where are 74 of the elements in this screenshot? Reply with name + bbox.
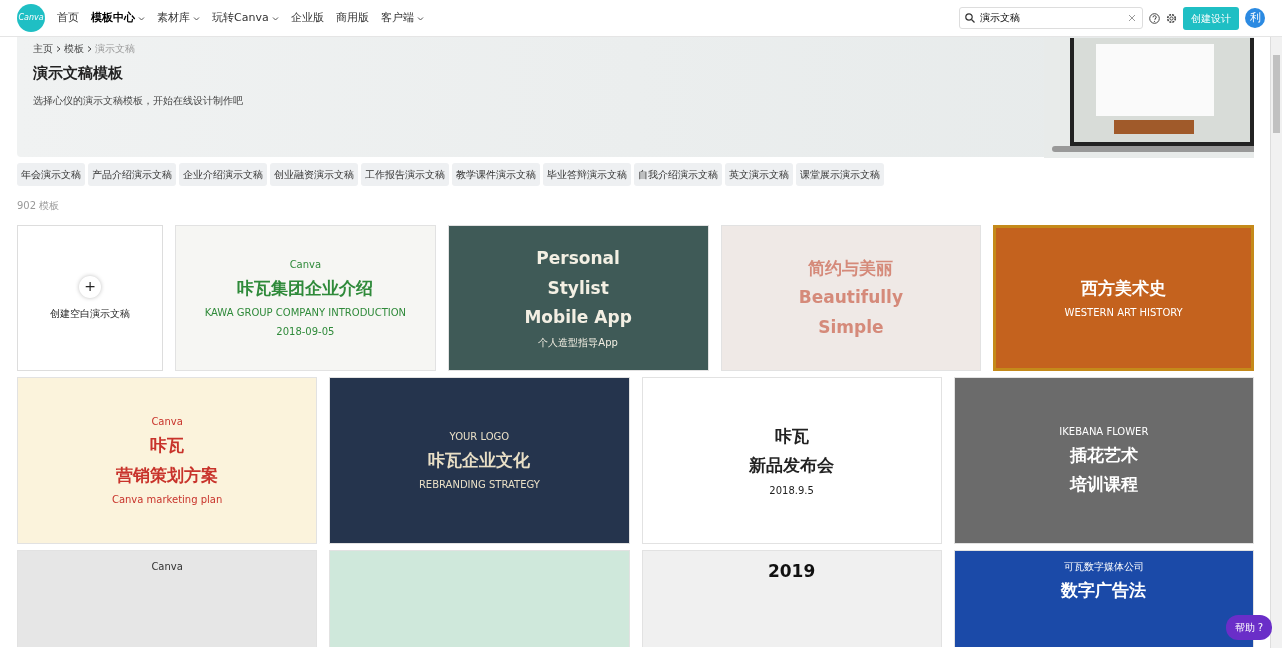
tag-button[interactable]: 自我介绍演示文稿: [634, 163, 722, 186]
tag-button[interactable]: 企业介绍演示文稿: [179, 163, 267, 186]
template-text: 2019: [767, 560, 816, 583]
chevron-icon: [56, 45, 61, 52]
template-card[interactable]: Canva: [17, 550, 318, 647]
template-text: Simple: [818, 315, 884, 339]
page-title: 演示文稿模板: [33, 63, 124, 84]
template-card[interactable]: 2019: [641, 550, 942, 647]
template-text: 咔瓦集团企业介绍: [237, 276, 374, 300]
template-text: Canva: [289, 257, 322, 272]
nav-link[interactable]: 首页: [51, 9, 85, 27]
nav-link[interactable]: 模板中心: [85, 9, 151, 27]
close-icon[interactable]: [1128, 14, 1136, 22]
template-text: KAWA GROUP COMPANY INTRODUCTION: [204, 306, 407, 321]
scrollbar[interactable]: [1270, 37, 1282, 648]
template-text: REBRANDING STRATEGY: [418, 478, 540, 493]
template-text: 新品发布会: [749, 454, 835, 477]
blank-design-label: 创建空白演示文稿: [50, 306, 130, 321]
template-text: 数字广告法: [1061, 579, 1147, 602]
tag-button[interactable]: 课堂展示演示文稿: [796, 163, 884, 186]
template-text: YOUR LOGO: [449, 429, 510, 444]
template-text: 咔瓦: [774, 424, 809, 448]
template-count: 902 模板: [17, 199, 61, 213]
nav-link[interactable]: 企业版: [284, 9, 330, 27]
breadcrumb-link[interactable]: 主页: [33, 41, 53, 56]
scroll-thumb[interactable]: [1273, 55, 1280, 133]
chevron-icon: [87, 45, 92, 52]
nav-link[interactable]: 商用版: [329, 9, 375, 27]
template-card[interactable]: Canva 咔瓦集团企业介绍 KAWA GROUP COMPANY INTRODUCTION 2018-09-05: [175, 225, 436, 371]
nav-link[interactable]: 玩转Canva: [206, 9, 285, 27]
settings-icon[interactable]: [1166, 12, 1177, 24]
template-text: Mobile App: [524, 306, 632, 330]
blank-design-card[interactable]: + 创建空白演示文稿: [17, 225, 163, 371]
template-text: 咔瓦企业文化: [428, 448, 531, 472]
tag-button[interactable]: 年会演示文稿: [17, 163, 85, 186]
template-text: 培训课程: [1069, 473, 1138, 496]
template-text: Canva marketing plan: [111, 493, 223, 507]
template-text: 可瓦数字媒体公司: [1063, 560, 1144, 574]
template-text: 2018.9.5: [769, 483, 814, 498]
tag-button[interactable]: 英文演示文稿: [725, 163, 793, 186]
tag-button[interactable]: 创业融资演示文稿: [270, 163, 358, 186]
template-text: 简约与美丽: [808, 256, 894, 280]
tag-button[interactable]: 工作报告演示文稿: [361, 163, 449, 186]
template-text: Canva: [151, 415, 183, 429]
template-text: 西方美术史: [1081, 276, 1167, 300]
template-text: 2018-09-05: [276, 325, 335, 340]
template-text: 咔瓦: [150, 434, 185, 457]
template-text: 个人造型指导App: [538, 335, 618, 350]
tag-button[interactable]: 教学课件演示文稿: [452, 163, 540, 186]
template-text: Stylist: [547, 276, 609, 300]
search-field[interactable]: 演示文稿: [959, 7, 1143, 29]
nav-link[interactable]: 素材库: [151, 9, 206, 27]
template-text: Personal: [536, 247, 620, 271]
template-card[interactable]: 西方美术史 WESTERN ART HISTORY: [993, 225, 1254, 371]
template-text: IKEBANA FLOWER: [1059, 424, 1149, 439]
template-text: Canva: [151, 560, 183, 574]
template-text: Beautifully: [798, 286, 903, 310]
nav-link[interactable]: 客户端: [374, 9, 430, 27]
template-card[interactable]: IKEBANA FLOWER 插花艺术 培训课程: [953, 377, 1254, 544]
tag-button[interactable]: 产品介绍演示文稿: [88, 163, 176, 186]
template-card[interactable]: Personal Stylist Mobile App 个人造型指导App: [447, 225, 709, 371]
avatar[interactable]: 利: [1245, 8, 1265, 28]
page-subtitle: 选择心仪的演示文稿模板，开始在线设计制作吧: [33, 93, 244, 108]
template-card[interactable]: YOUR LOGO 咔瓦企业文化 REBRANDING STRATEGY: [329, 377, 630, 544]
template-card[interactable]: 咔瓦 新品发布会 2018.9.5: [641, 377, 942, 544]
help-icon[interactable]: [1149, 12, 1160, 24]
breadcrumb-link[interactable]: 模板: [64, 41, 84, 56]
template-text: WESTERN ART HISTORY: [1064, 306, 1183, 321]
template-text: 营销策划方案: [116, 463, 219, 487]
template-card[interactable]: Canva 咔瓦 营销策划方案 Canva marketing plan: [17, 377, 318, 544]
add-icon: +: [79, 275, 101, 298]
tag-button[interactable]: 毕业答辩演示文稿: [543, 163, 631, 186]
template-text: 插花艺术: [1069, 443, 1138, 467]
search-icon: [965, 13, 975, 23]
